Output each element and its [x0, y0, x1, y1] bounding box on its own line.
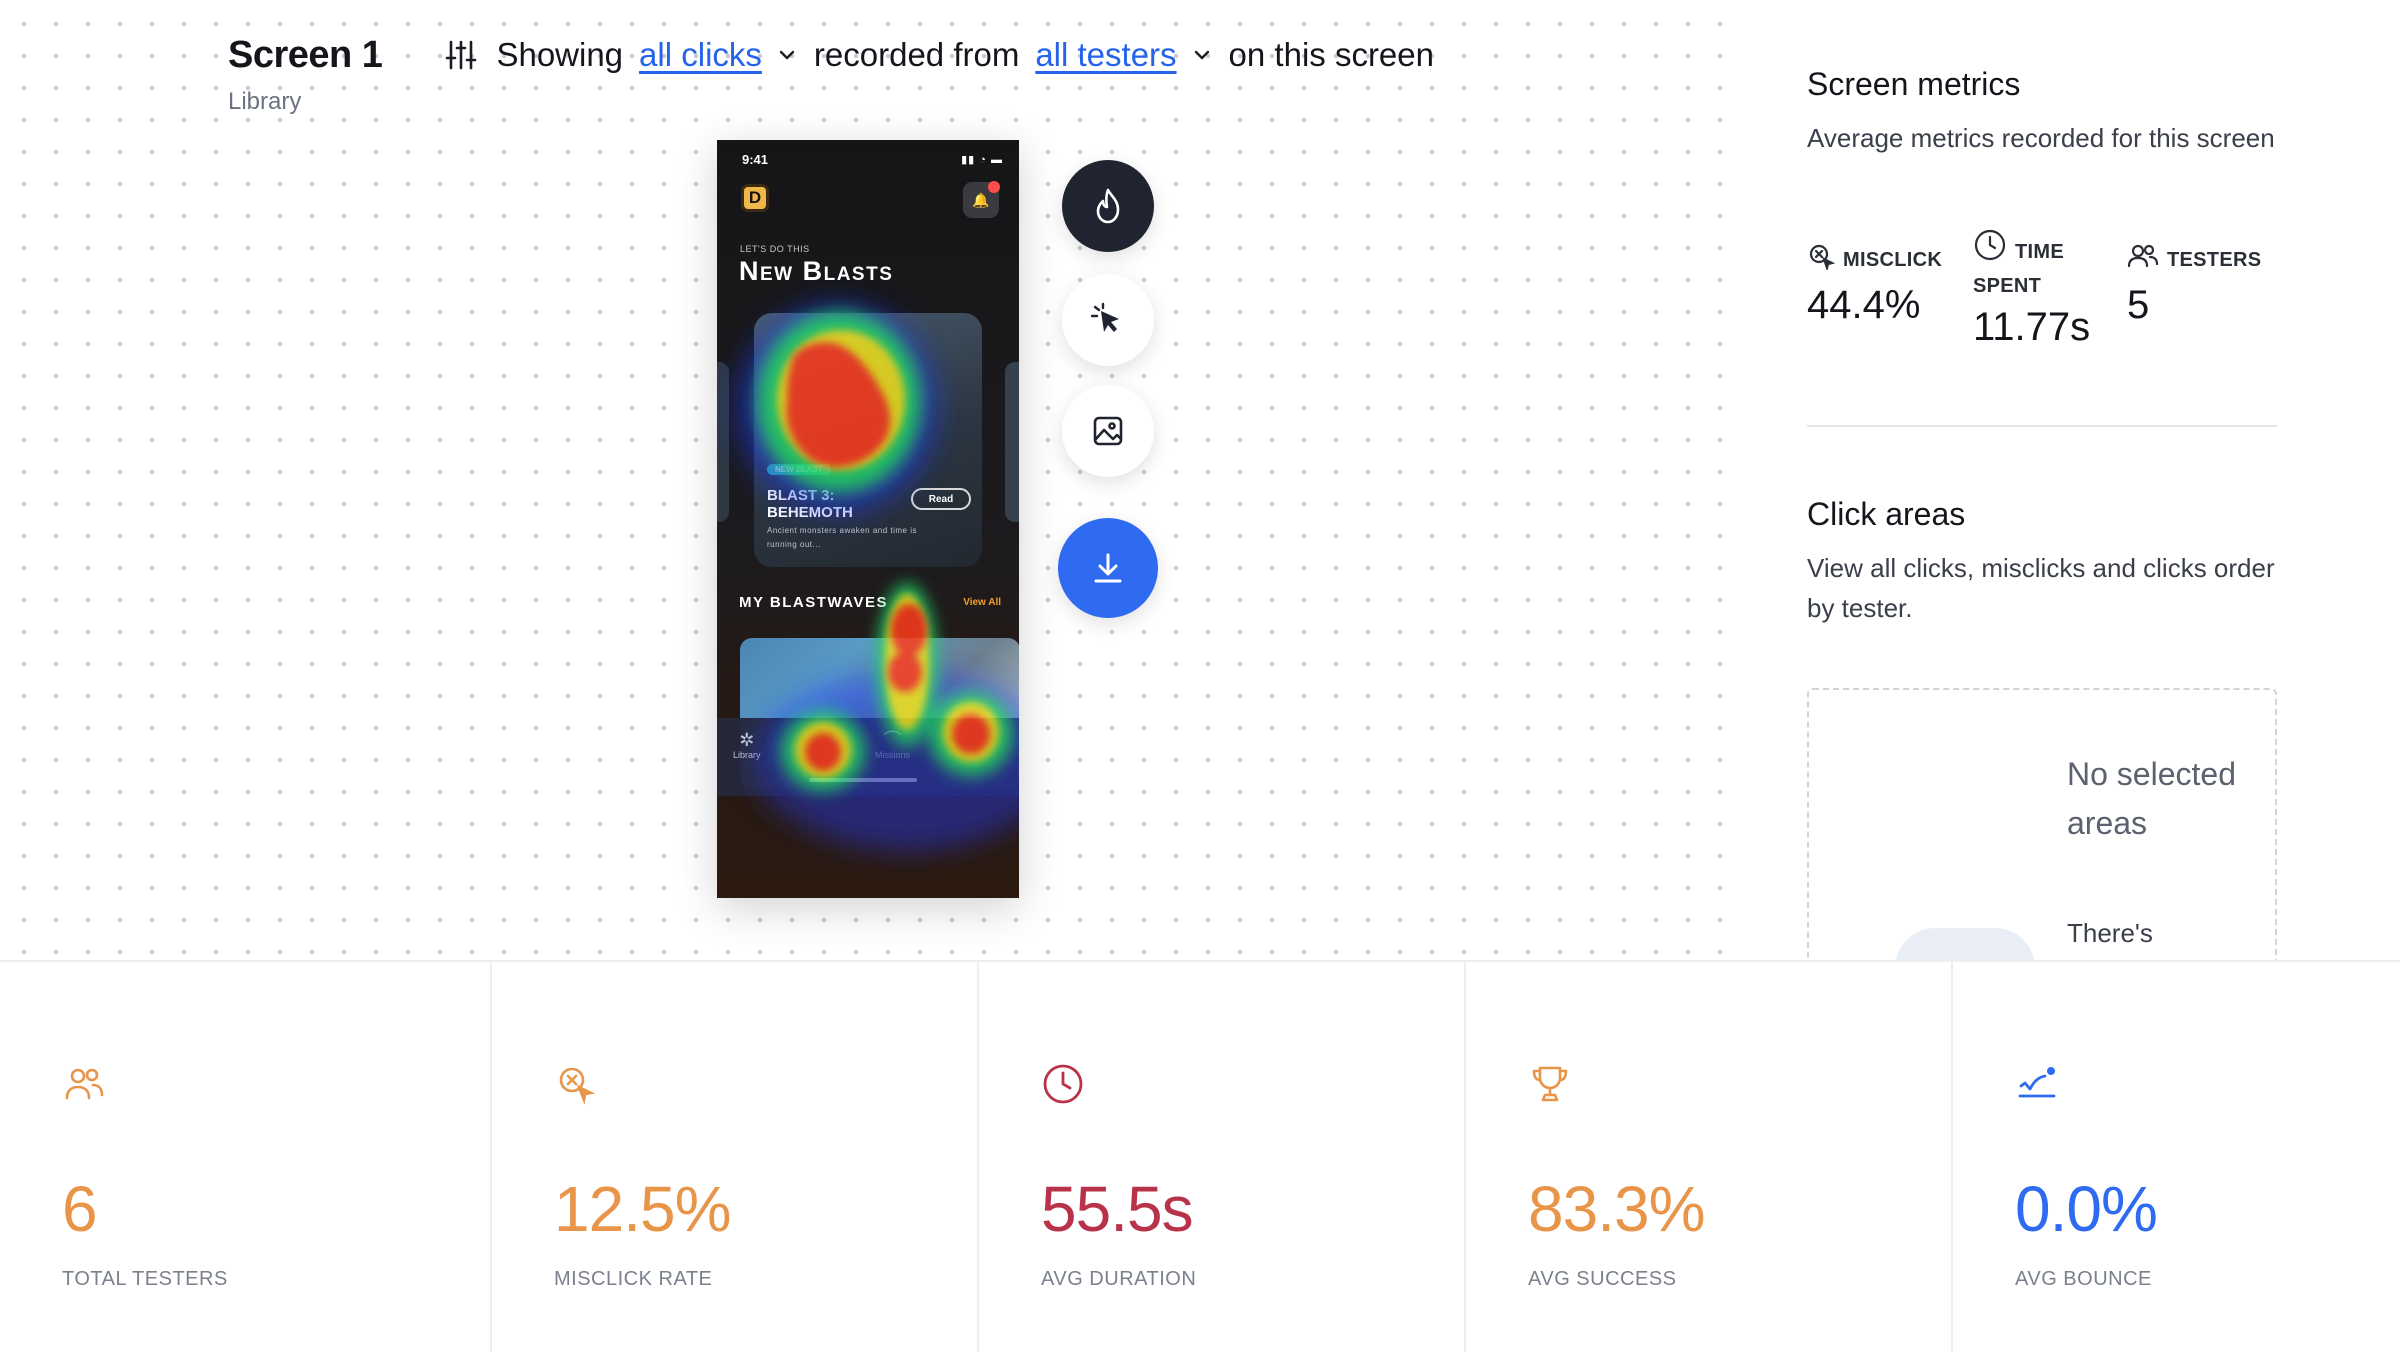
heatmap-view-button[interactable] [1062, 160, 1154, 252]
trophy-icon [1532, 1066, 1568, 1102]
download-button[interactable] [1058, 518, 1158, 618]
misclick-icon [559, 1067, 596, 1105]
empty-state-title: No selected areas [2067, 756, 2236, 841]
screen-metrics-title: Screen metrics [1807, 66, 2021, 102]
tab-missions: ⌒ Missions [875, 730, 910, 760]
users-icon [2127, 242, 2159, 279]
stat-value: 83.3% [1528, 1173, 1705, 1245]
stat-label: AVG BOUNCE [2015, 1268, 2152, 1290]
stat-misclick-rate: 12.5% MISCLICK RATE [490, 962, 977, 1352]
cursor-click-icon [1090, 302, 1119, 332]
chevron-down-icon[interactable] [1191, 44, 1213, 66]
stat-value: 0.0% [2015, 1173, 2158, 1245]
flame-icon [1096, 188, 1120, 224]
recorded-from-label: recorded from [813, 36, 1020, 73]
card-right-peek [1005, 362, 1019, 522]
gamepad-icon: ⌒ [883, 730, 902, 750]
summary-stats: 6 TOTAL TESTERS 12.5% MISCLICK RATE 55.5… [0, 960, 2400, 1352]
status-time: 9:41 [742, 152, 769, 167]
stat-label: MISCLICK RATE [554, 1268, 713, 1290]
stat-label: AVG SUCCESS [1528, 1268, 1677, 1290]
time-spent-value: 11.77s [1973, 305, 2091, 349]
screen-title: Screen 1 [228, 33, 383, 76]
download-icon [1094, 553, 1122, 583]
click-areas-description: View all clicks, misclicks and clicks or… [1807, 553, 2275, 623]
view-all-link: View All [963, 597, 1001, 608]
testers-filter-dropdown[interactable]: all testers [1035, 36, 1176, 74]
heatmap-canvas: Screen 1 Showing all clicks recorded fro… [0, 0, 1745, 960]
divider [1807, 425, 2277, 427]
tab-missions-label: Missions [875, 750, 911, 760]
stat-value: 55.5s [1041, 1173, 1194, 1245]
showing-label: Showing [496, 36, 624, 73]
kicker-text: LET'S DO THIS [740, 244, 810, 254]
stat-avg-duration: 55.5s AVG DURATION [977, 962, 1464, 1352]
testers-label: TESTERS [2167, 249, 2262, 271]
tab-library-label: Library [733, 750, 761, 760]
bounce-icon [2018, 1067, 2056, 1098]
stat-total-testers: 6 TOTAL TESTERS [0, 962, 490, 1352]
stat-value: 12.5% [554, 1173, 731, 1245]
tab-bar [717, 718, 1019, 796]
home-indicator [809, 778, 917, 782]
clock-icon [1043, 1064, 1083, 1104]
notification-dot [988, 181, 1000, 193]
misclick-value: 44.4% [1807, 283, 1921, 327]
time-spent-metric: TIME SPENT 11.77s [1973, 228, 2103, 350]
section-title: MY BLASTWAVES [739, 594, 888, 611]
testers-value: 5 [2127, 283, 2150, 327]
chevron-down-icon[interactable] [776, 44, 798, 66]
screen-preview: 9:41 ▮▮ ◔ ▬ D 🔔 LET'S DO THIS New Blasts… [717, 140, 1019, 898]
misclick-metric: MISCLICK 44.4% [1807, 242, 1942, 328]
image-view-button[interactable] [1062, 385, 1154, 477]
stat-value: 6 [62, 1173, 98, 1245]
click-areas-title: Click areas [1807, 496, 1966, 532]
clock-icon [1973, 228, 2007, 271]
tab-library: ✲ Library [733, 730, 761, 760]
empty-state-text: There's [2067, 918, 2153, 948]
misclick-label: MISCLICK [1843, 249, 1943, 271]
empty-illustration [1895, 928, 2035, 960]
screen-header: Screen 1 Showing all clicks recorded fro… [228, 30, 1434, 80]
users-icon [65, 1068, 104, 1100]
card-left-peek [717, 362, 729, 522]
clicks-filter-dropdown[interactable]: all clicks [639, 36, 762, 74]
card-title: BLAST 3: BEHEMOTH [767, 487, 853, 521]
suffix-label: on this screen [1228, 36, 1434, 73]
stat-avg-bounce: 0.0% AVG BOUNCE [1951, 962, 2400, 1352]
phone-title: New Blasts [739, 256, 894, 286]
status-icons: ▮▮ ◔ ▬ [961, 154, 1003, 166]
stat-label: TOTAL TESTERS [62, 1268, 228, 1290]
card-description: Ancient monsters awaken and time is runn… [767, 526, 918, 549]
stat-label: AVG DURATION [1041, 1268, 1197, 1290]
screen-subtitle: Library [228, 88, 302, 115]
new-badge: NEW BLAST [767, 464, 831, 475]
library-icon: ✲ [739, 730, 755, 750]
misclick-icon [1807, 242, 1836, 279]
side-panel: Screen metrics Average metrics recorded … [1745, 0, 2400, 960]
testers-metric: TESTERS 5 [2127, 242, 2261, 328]
read-button: Read [911, 488, 971, 510]
stat-avg-success: 83.3% AVG SUCCESS [1464, 962, 1951, 1352]
image-icon [1093, 416, 1123, 446]
clicks-view-button[interactable] [1062, 274, 1154, 366]
screen-metrics-description: Average metrics recorded for this screen [1807, 123, 2275, 153]
app-logo: D [741, 184, 769, 212]
filters-icon[interactable] [444, 38, 478, 72]
